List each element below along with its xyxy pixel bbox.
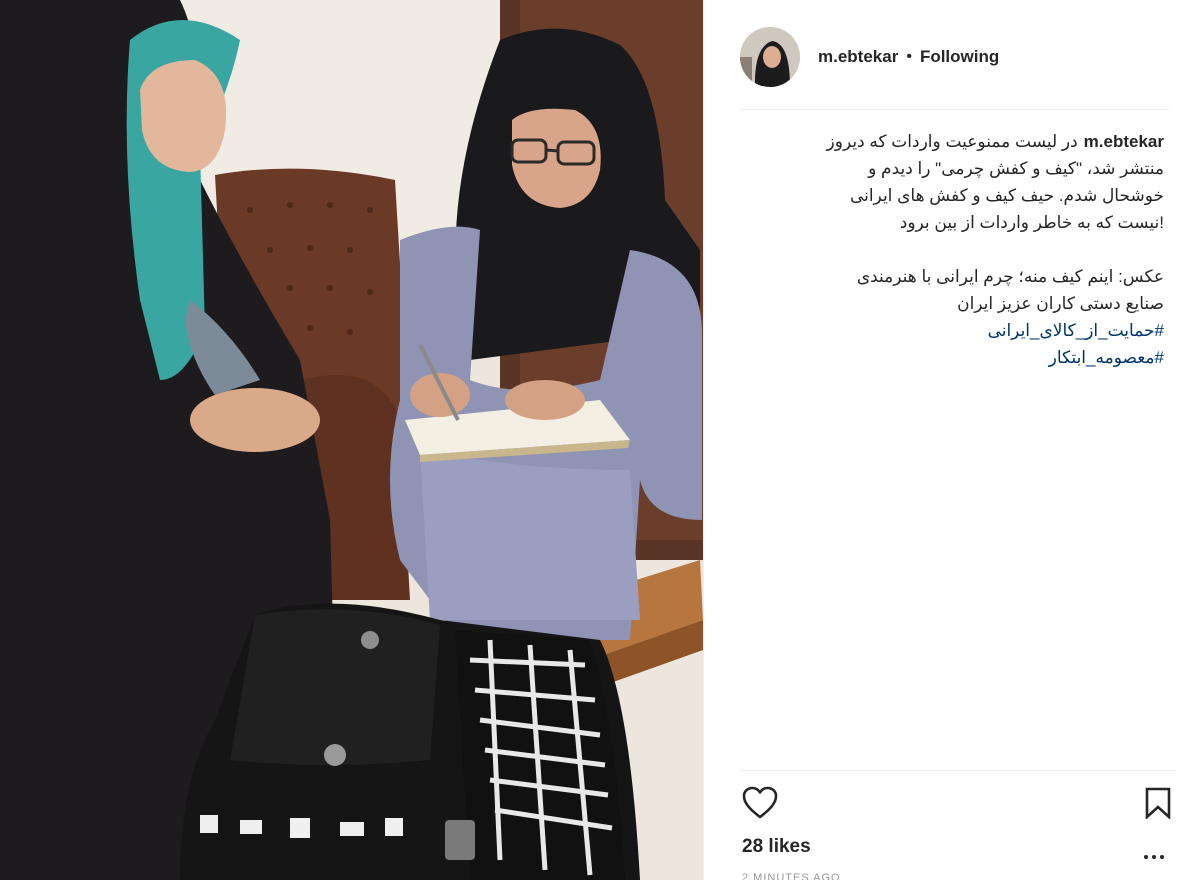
photo-illustration — [0, 0, 703, 880]
post-timestamp: 2 MINUTES AGO — [742, 872, 841, 880]
bookmark-icon — [1145, 787, 1171, 820]
hashtag-link[interactable]: #حمایت_از_کالای_ایرانی — [740, 317, 1164, 344]
instagram-post: m.ebtekar • Following m.ebtekar در لیست م… — [0, 0, 1200, 880]
post-side-panel: m.ebtekar • Following m.ebtekar در لیست م… — [703, 0, 1200, 880]
more-dot — [1160, 855, 1164, 859]
caption-line-2: منتشر شد، "کیف و کفش چرمی" را دیدم و — [868, 159, 1164, 178]
more-dot — [1144, 855, 1148, 859]
caption-gap — [740, 236, 1164, 263]
caption-line-6: صنایع دستی کاران عزیز ایران — [957, 294, 1164, 313]
more-dot — [1152, 855, 1156, 859]
post-photo[interactable] — [0, 0, 703, 880]
avatar-image — [740, 26, 800, 87]
save-button[interactable] — [1144, 787, 1172, 820]
heart-icon — [742, 786, 778, 819]
caption-line-3: خوشحال شدم. حیف کیف و کفش های ایرانی — [849, 186, 1164, 205]
hashtag-link[interactable]: #معصومه_ابتکار — [740, 344, 1164, 371]
actions-divider — [740, 770, 1176, 771]
caption-username[interactable]: m.ebtekar — [1084, 132, 1164, 151]
avatar[interactable] — [740, 26, 800, 87]
header-separator: • — [906, 47, 912, 65]
more-options-icon[interactable] — [1144, 846, 1168, 859]
post-caption: m.ebtekar در لیست ممنوعیت واردات که دیروز… — [740, 128, 1164, 371]
caption-line-1: m.ebtekar در لیست ممنوعیت واردات که دیروز — [740, 128, 1164, 155]
like-button[interactable] — [742, 786, 778, 820]
following-button[interactable]: Following — [920, 47, 999, 67]
caption-line-4: !نیست که به خاطر واردات از بین برود — [899, 213, 1164, 232]
caption-text-1: در لیست ممنوعیت واردات که دیروز — [826, 132, 1078, 151]
likes-count[interactable]: 28 likes — [742, 836, 811, 858]
caption-line-5: عکس: اینم کیف منه؛ چرم ایرانی با هنرمندی — [856, 267, 1164, 286]
post-header: m.ebtekar • Following — [740, 20, 1170, 110]
username[interactable]: m.ebtekar — [818, 47, 898, 67]
